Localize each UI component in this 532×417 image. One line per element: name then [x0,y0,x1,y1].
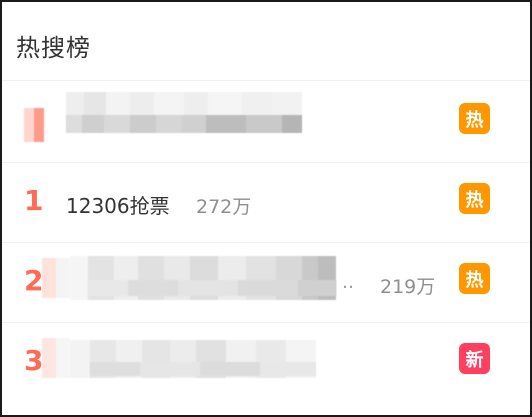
redacted-rank-icon [24,108,44,142]
panel-title: 热搜榜 [16,34,91,62]
redacted-rank-suffix [42,258,70,298]
keyword-link[interactable]: 12306抢票 [66,190,170,219]
hot-badge: 热 [459,103,490,134]
heat-count: 272万 [196,196,252,218]
rank-number: 2 [24,264,44,297]
hot-search-item[interactable]: 3 新 [2,322,530,402]
heat-count: 219万 [380,276,436,298]
hot-search-panel: 热搜榜 热 1 12306抢票 272万 热 2 ‥ 219万 热 3 新 [0,0,532,417]
redacted-keyword-lower [70,362,316,376]
hot-badge: 热 [459,183,490,214]
hot-badge: 热 [459,263,490,294]
rank-number: 3 [24,344,44,377]
hot-search-item[interactable]: 2 ‥ 219万 热 [2,242,530,323]
redacted-keyword-lower [66,115,302,133]
redacted-rank-suffix [42,338,70,378]
redacted-keyword-lower [70,280,336,296]
new-badge: 新 [459,343,490,374]
panel-header: 热搜榜 [2,2,530,81]
rank-number: 1 [24,184,44,217]
hot-search-item[interactable]: 热 [2,82,530,163]
truncation-ellipsis-icon: ‥ [342,272,355,293]
hot-search-item[interactable]: 1 12306抢票 272万 热 [2,162,530,243]
